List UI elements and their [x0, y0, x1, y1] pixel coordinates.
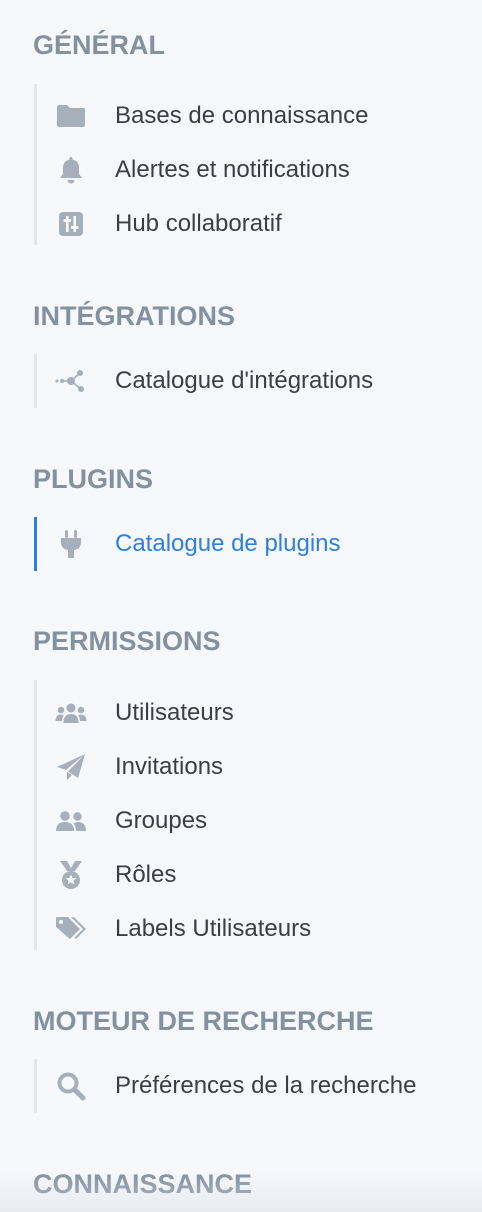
nav-item-label: Bases de connaissance: [115, 102, 369, 129]
bell-icon: [55, 154, 87, 186]
nav-item-preferences-recherche[interactable]: Préférences de la recherche: [37, 1066, 477, 1106]
sliders-icon: [55, 208, 87, 240]
nav-item-roles[interactable]: Rôles: [37, 855, 477, 895]
section-title-integrations: INTÉGRATIONS: [33, 301, 235, 331]
nav-item-label: Labels Utilisateurs: [115, 915, 312, 942]
group-icon: [55, 805, 87, 837]
nav-item-label: Utilisateurs: [115, 699, 234, 726]
nav-group-permissions: Utilisateurs Invitations Groupes Rôles L…: [34, 680, 311, 950]
nav-group-plugins: Catalogue de plugins: [34, 517, 341, 571]
nav-group-integrations: Catalogue d'intégrations: [34, 354, 373, 408]
section-title-general: GÉNÉRAL: [33, 30, 166, 60]
search-icon: [55, 1070, 87, 1102]
network-icon: [55, 365, 87, 397]
nav-item-label: Préférences de la recherche: [115, 1072, 417, 1099]
nav-group-moteur-de-recherche: Préférences de la recherche: [34, 1059, 417, 1113]
paper-plane-icon: [55, 751, 87, 783]
nav-item-bases-de-connaissance[interactable]: Bases de connaissance: [37, 96, 477, 136]
medal-icon: [55, 859, 87, 891]
nav-item-label: Rôles: [115, 861, 177, 888]
nav-item-catalogue-plugins[interactable]: Catalogue de plugins: [37, 524, 477, 564]
nav-item-utilisateurs[interactable]: Utilisateurs: [37, 693, 477, 733]
folder-icon: [55, 100, 87, 132]
nav-item-catalogue-integrations[interactable]: Catalogue d'intégrations: [37, 361, 477, 401]
section-title-moteur-de-recherche: MOTEUR DE RECHERCHE: [33, 1006, 374, 1036]
nav-item-groupes[interactable]: Groupes: [37, 801, 477, 841]
nav-item-label: Alertes et notifications: [115, 156, 350, 183]
nav-item-labels-utilisateurs[interactable]: Labels Utilisateurs: [37, 909, 477, 949]
tags-icon: [55, 913, 87, 945]
nav-item-label: Catalogue d'intégrations: [115, 367, 374, 394]
nav-item-invitations[interactable]: Invitations: [37, 747, 477, 787]
section-title-plugins: PLUGINS: [33, 464, 154, 494]
nav-item-label: Catalogue de plugins: [115, 530, 341, 557]
nav-item-alertes-et-notifications[interactable]: Alertes et notifications: [37, 150, 477, 190]
nav-item-hub-collaboratif[interactable]: Hub collaboratif: [37, 204, 477, 244]
nav-item-label: Invitations: [115, 753, 224, 780]
section-title-permissions: PERMISSIONS: [33, 626, 221, 656]
section-title-connaissance: CONNAISSANCE: [33, 1169, 253, 1199]
nav-item-label: Groupes: [115, 807, 208, 834]
nav-item-label: Hub collaboratif: [115, 210, 282, 237]
plug-icon: [55, 528, 87, 560]
users-icon: [55, 697, 87, 729]
nav-group-general: Bases de connaissance Alertes et notific…: [34, 84, 369, 245]
